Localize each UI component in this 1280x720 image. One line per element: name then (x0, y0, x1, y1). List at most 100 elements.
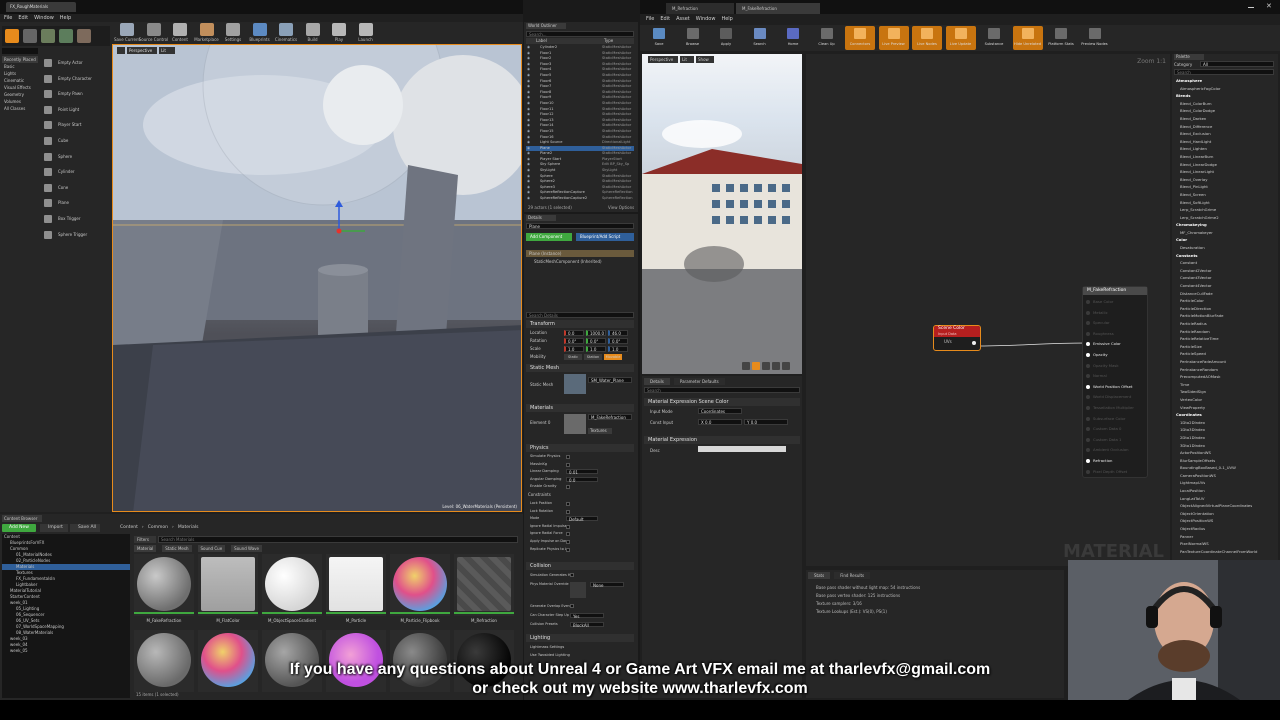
palette-item[interactable]: 3Dto1DIndex (1174, 442, 1274, 450)
place-category[interactable]: Lights (2, 70, 38, 77)
palette-item[interactable]: Lerp_ScratchGrime (1174, 206, 1274, 214)
result-input-pin[interactable] (1086, 342, 1090, 347)
toolbar-launch-button[interactable] (358, 23, 373, 36)
palette-item[interactable]: Lerp_ScratchGrime2 (1174, 214, 1274, 222)
result-node[interactable]: M_FakeRefraction Base Color Metallic Specu… (1082, 286, 1148, 478)
checkbox[interactable] (566, 485, 570, 490)
viewport-lit-button[interactable]: Lit (159, 47, 175, 54)
palette-search[interactable]: Search (1174, 69, 1274, 75)
result-pin-row[interactable]: Normal (1083, 371, 1147, 382)
paint-mode-icon[interactable] (23, 29, 37, 43)
toolbar-settings-button[interactable] (226, 23, 240, 36)
checkbox[interactable] (566, 502, 570, 506)
palette-item[interactable]: MF_Chromakeyer (1174, 229, 1274, 237)
palette-item[interactable]: ViewProperty (1174, 404, 1274, 412)
outliner-search-input[interactable]: Search... (526, 31, 634, 37)
result-input-pin[interactable] (1086, 427, 1090, 432)
palette-item[interactable]: ObjectPositionWS (1174, 517, 1274, 525)
palette-item[interactable]: ParticleSpeed (1174, 350, 1274, 358)
palette-item[interactable]: Blend_Exclusion (1174, 130, 1274, 138)
sub-component-row[interactable]: StaticMeshComponent (Inherited) (526, 258, 634, 265)
result-pin-row[interactable]: Emissive Color (1083, 339, 1147, 350)
me-details-tab[interactable]: Details (644, 378, 670, 385)
cylinder-shape-icon[interactable] (742, 362, 750, 370)
palette-item[interactable]: ParticleDirection (1174, 305, 1274, 313)
place-item[interactable]: Plane (42, 196, 110, 212)
place-category[interactable]: All Classes (2, 105, 38, 112)
toolbar-play-button[interactable] (332, 23, 346, 36)
palette-item[interactable]: Blend_ColorBurn (1174, 100, 1274, 108)
details-search-input[interactable]: Search Details (526, 312, 634, 318)
static-mesh-dropdown[interactable]: SM_Water_Plane (588, 377, 632, 383)
palette-category[interactable]: Color (1174, 236, 1274, 244)
palette-item[interactable]: VertexColor (1174, 396, 1274, 404)
toolbar-build-button[interactable] (305, 23, 320, 36)
place-item[interactable]: Empty Pawn (42, 87, 110, 103)
landscape-mode-icon[interactable] (41, 29, 55, 43)
result-input-pin[interactable] (1086, 363, 1090, 368)
result-input-pin[interactable] (1086, 416, 1090, 421)
material-thumbnail[interactable] (564, 414, 586, 434)
result-input-pin[interactable] (1086, 458, 1090, 463)
checkbox[interactable] (566, 524, 570, 529)
mode-dropdown[interactable]: Default (566, 516, 598, 522)
const-input-y[interactable]: Y 0.0 (744, 419, 788, 425)
breadcrumb-item[interactable]: Materials (178, 525, 199, 530)
palette-category[interactable]: Coordinates (1174, 411, 1274, 419)
cube-shape-icon[interactable] (772, 362, 780, 370)
menu-item-help[interactable]: Help (60, 15, 71, 21)
breadcrumb-item[interactable]: Content (120, 525, 138, 530)
palette-item[interactable]: PerInstanceRandom (1174, 366, 1274, 374)
result-input-pin[interactable] (1086, 321, 1090, 326)
me-details-tab[interactable]: Parameter Defaults (673, 378, 725, 385)
me-menu-item-window[interactable]: Window (696, 16, 716, 22)
scale-field[interactable]: 1.0 (586, 346, 606, 352)
breadcrumb-item[interactable]: Common (148, 525, 168, 530)
collision-value-field[interactable]: Yes (570, 613, 604, 619)
content-browser-tab[interactable]: Content Browser (2, 515, 42, 522)
asset-tile[interactable]: M_FakeRefraction (134, 554, 194, 623)
asset-tile[interactable]: M_FlatColor (198, 554, 258, 623)
toolbar-save-current-button[interactable] (120, 23, 134, 36)
menu-item-edit[interactable]: Edit (18, 15, 28, 21)
place-item[interactable]: Sphere Trigger (42, 228, 110, 244)
result-input-pin[interactable] (1086, 469, 1090, 474)
location-field[interactable]: 0.0 (564, 330, 584, 336)
mobility-option[interactable]: Station (584, 354, 602, 360)
palette-category[interactable]: Atmosphere (1174, 77, 1274, 85)
me-details-search[interactable]: Search (644, 387, 800, 393)
toolbar-marketplace-button[interactable] (199, 23, 214, 36)
result-input-pin[interactable] (1086, 300, 1090, 304)
toolbar-content-button[interactable] (173, 23, 187, 36)
menu-item-window[interactable]: Window (34, 15, 54, 21)
place-item[interactable]: Cone (42, 181, 110, 197)
me-menu-item-edit[interactable]: Edit (660, 16, 670, 22)
palette-category[interactable]: Chromakeying (1174, 221, 1274, 229)
location-field[interactable]: 1000.0 (586, 330, 606, 336)
palette-tab[interactable]: Palette (1174, 54, 1204, 60)
palette-item[interactable]: Panner (1174, 533, 1274, 541)
filter-chip[interactable]: Sound Wave (231, 545, 263, 552)
physics-value-field[interactable]: 0.0 (566, 476, 598, 482)
result-input-pin[interactable] (1086, 448, 1090, 453)
visibility-eye-icon[interactable]: ◉ (527, 196, 530, 201)
palette-item[interactable]: Blend_Lighten (1174, 145, 1274, 153)
save-all-button[interactable]: Save All (70, 524, 100, 532)
lighting-row[interactable]: Lightmass Settings (526, 643, 634, 651)
palette-item[interactable]: ParticleRadius (1174, 320, 1274, 328)
tab-m-fakerefraction[interactable]: M_FakeRefraction (736, 3, 820, 14)
place-item[interactable]: Cylinder (42, 165, 110, 181)
close-icon[interactable]: ✕ (1266, 2, 1272, 10)
view-options-button[interactable]: View Options (608, 205, 634, 210)
toolbar-source-control-button[interactable] (146, 23, 161, 36)
physics-value-field[interactable]: 0.01 (566, 469, 598, 475)
preview-shape-icons[interactable] (742, 362, 800, 370)
palette-item[interactable]: LongLatToUV (1174, 495, 1274, 503)
checkbox[interactable] (566, 509, 570, 514)
palette-category[interactable]: Constants (1174, 252, 1274, 260)
const-input-x[interactable]: X 0.0 (698, 419, 742, 425)
rotation-field[interactable]: 0.0° (564, 338, 584, 344)
plane-shape-icon[interactable] (762, 362, 770, 370)
result-input-pin[interactable] (1086, 405, 1090, 410)
desc-input[interactable] (698, 446, 786, 452)
